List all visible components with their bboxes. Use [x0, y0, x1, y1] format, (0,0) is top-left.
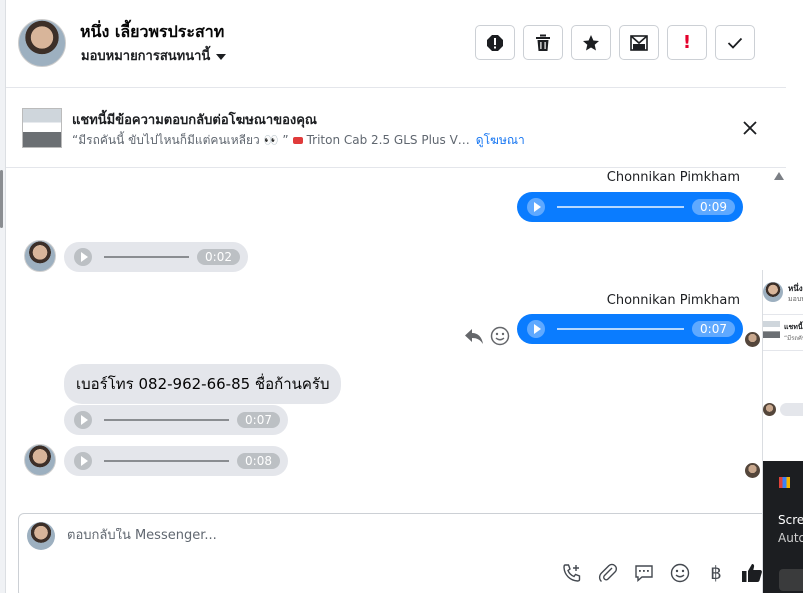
payment-button[interactable]: ฿: [705, 562, 727, 584]
reply-icon[interactable]: [464, 327, 484, 349]
view-ad-link[interactable]: ดูโฆษณา: [476, 133, 525, 147]
ad-banner-title: แชทนี้มีข้อความตอบกลับต่อโฆษณาของคุณ: [72, 113, 317, 128]
emoji-button[interactable]: [669, 562, 691, 584]
play-icon[interactable]: [74, 248, 92, 266]
mini-ad-thumbnail: [763, 321, 780, 338]
audio-progress-track[interactable]: [557, 206, 685, 208]
audio-duration: 0:09: [692, 199, 735, 215]
audio-duration: 0:02: [197, 249, 240, 265]
saved-reply-button[interactable]: [633, 562, 655, 584]
inbox-root: หนึ่ง เลี้ยวพรประสาท มอบหมายการสนทนานี้: [0, 0, 803, 593]
text-message-incoming[interactable]: เบอร์โทร 082-962-66-85 ชื่อก้านครับ: [64, 364, 342, 404]
play-icon[interactable]: [527, 320, 545, 338]
seen-receipt-avatar: [745, 332, 760, 347]
mini-contact-avatar: [763, 282, 783, 302]
audio-duration: 0:07: [692, 321, 735, 337]
audio-progress-track[interactable]: [557, 328, 685, 330]
audio-message-incoming[interactable]: 0:07: [64, 405, 288, 435]
audio-progress-track[interactable]: [104, 460, 230, 462]
assign-conversation-dropdown[interactable]: มอบหมายการสนทนานี้: [81, 45, 227, 66]
emoji-icon: [670, 563, 690, 583]
star-icon: [583, 34, 599, 50]
reply-input[interactable]: [67, 528, 667, 543]
baht-payment-icon: ฿: [710, 562, 722, 584]
play-icon[interactable]: [527, 198, 545, 216]
message-thread[interactable]: Chonnikan Pimkham 0:09 0:02 Chonnikan Pi…: [6, 168, 786, 506]
audio-message-outgoing[interactable]: 0:09: [517, 192, 743, 222]
mark-done-button[interactable]: [715, 25, 755, 60]
assign-label: มอบหมายการสนทนานี้: [81, 49, 211, 64]
delete-button[interactable]: [523, 25, 563, 60]
contact-avatar[interactable]: [18, 19, 66, 67]
mini-banner-title: แชทนี้: [784, 323, 803, 331]
audio-duration: 0:08: [237, 453, 280, 469]
conversation-header: หนึ่ง เลี้ยวพรประสาท มอบหมายการสนทนานี้: [6, 0, 786, 88]
caret-down-icon: [216, 53, 227, 60]
mini-assign-label: มอบหม: [788, 295, 803, 303]
divider: [763, 314, 803, 315]
left-scrollbar-thumb[interactable]: [0, 170, 3, 228]
toast-button[interactable]: [779, 569, 803, 591]
star-button[interactable]: [571, 25, 611, 60]
saved-reply-icon: [635, 565, 653, 583]
attach-file-button[interactable]: [597, 562, 619, 584]
audio-progress-track[interactable]: [104, 256, 190, 258]
app-icon: [779, 477, 790, 488]
background-window-edge: หนึ่ง มอบหม แชทนี้ “มีรถคัน Scre Auto: [762, 270, 803, 593]
toast-title: Scre: [778, 513, 803, 527]
follow-up-icon: !: [682, 32, 692, 53]
mark-unread-button[interactable]: [619, 25, 659, 60]
ad-quote: “มีรถคันนี้ ขับไปไหนก็มีแต่คนเหลียว 👀 ”: [72, 133, 289, 147]
audio-message-outgoing[interactable]: 0:07: [517, 314, 743, 344]
react-emoji-icon[interactable]: [490, 326, 510, 350]
spam-icon: [487, 34, 503, 51]
call-add-icon: [563, 564, 581, 582]
divider: [763, 350, 803, 351]
contact-avatar-small[interactable]: [24, 444, 56, 476]
call-add-button[interactable]: [561, 562, 583, 584]
header-actions: !: [475, 25, 755, 60]
mini-avatar: [763, 403, 776, 416]
sender-name: Chonnikan Pimkham: [606, 170, 740, 185]
done-check-icon: [727, 37, 743, 49]
composer-tools: ฿: [561, 562, 763, 584]
toast-body: Auto: [778, 531, 803, 545]
car-icon: [292, 137, 303, 144]
ad-reply-banner: แชทนี้มีข้อความตอบกลับต่อโฆษณาของคุณ “มี…: [6, 88, 786, 168]
audio-message-incoming[interactable]: 0:02: [64, 242, 248, 272]
mark-unread-icon: [630, 34, 648, 51]
screenshot-toast-notification[interactable]: Scre Auto: [763, 461, 803, 593]
move-to-spam-button[interactable]: [475, 25, 515, 60]
message-hover-tools: [464, 326, 510, 350]
play-icon[interactable]: [74, 452, 92, 470]
audio-duration: 0:07: [237, 412, 280, 428]
thumbs-up-icon: [742, 564, 762, 582]
ad-product: Triton Cab 2.5 GLS Plus V…: [306, 133, 470, 147]
reply-composer: ฿: [18, 513, 768, 593]
audio-message-incoming[interactable]: 0:08: [64, 446, 288, 476]
play-icon[interactable]: [74, 411, 92, 429]
like-button[interactable]: [741, 562, 763, 584]
ad-thumbnail[interactable]: [22, 108, 62, 148]
sender-name: Chonnikan Pimkham: [606, 293, 740, 308]
trash-icon: [536, 34, 550, 51]
ad-banner-subtitle: “มีรถคันนี้ ขับไปไหนก็มีแต่คนเหลียว 👀 ” T…: [72, 131, 525, 150]
mini-audio-pill: [780, 403, 803, 416]
contact-name[interactable]: หนึ่ง เลี้ยวพรประสาท: [80, 20, 224, 45]
seen-receipt-avatar: [745, 463, 760, 478]
close-banner-icon[interactable]: [740, 118, 760, 138]
follow-up-button[interactable]: !: [667, 25, 707, 60]
audio-progress-track[interactable]: [104, 419, 230, 421]
attachment-icon: [598, 563, 618, 583]
contact-avatar-small[interactable]: [24, 240, 56, 272]
page-avatar: [27, 522, 55, 550]
scroll-up-arrow-icon[interactable]: [774, 172, 784, 180]
mini-banner-subtitle: “มีรถคัน: [784, 335, 803, 342]
